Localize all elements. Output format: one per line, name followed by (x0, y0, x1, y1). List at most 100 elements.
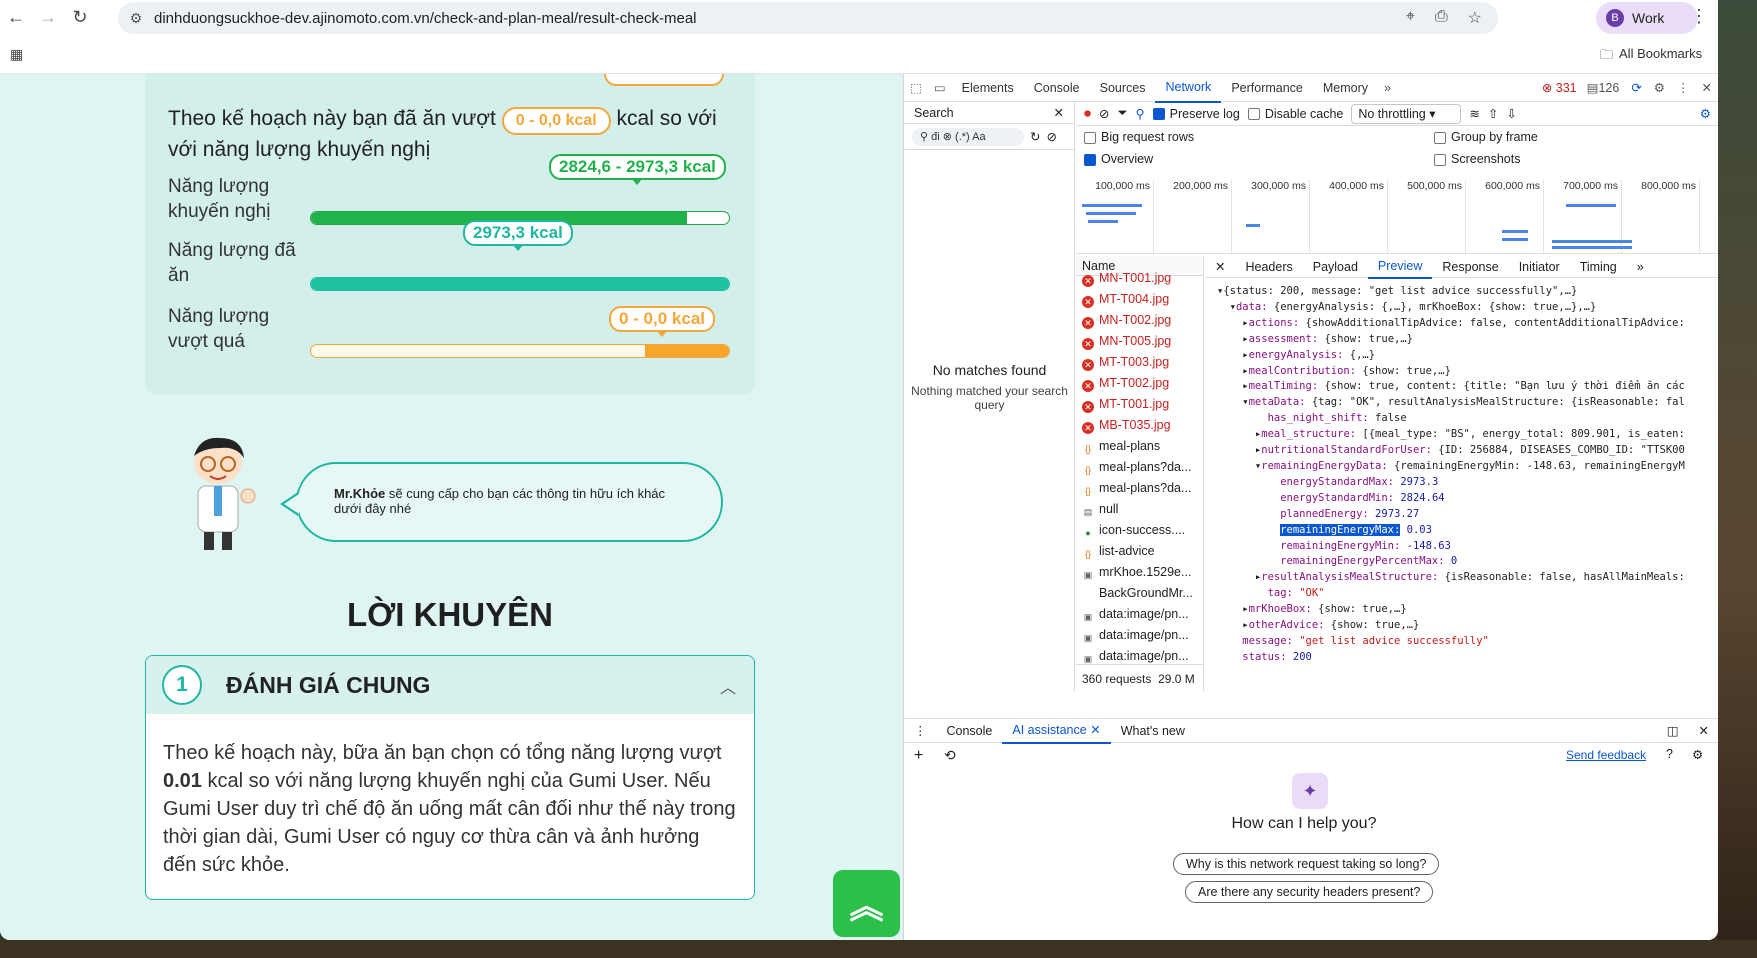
request-row[interactable]: ▣ data:image/pn... (1076, 604, 1203, 625)
request-row[interactable]: ▣ mrKhoe.1529e... (1076, 562, 1203, 583)
accordion-header[interactable]: 1 ĐÁNH GIÁ CHUNG ︿ (146, 656, 754, 714)
tab-preview[interactable]: Preview (1367, 256, 1433, 279)
forward-icon[interactable]: → (32, 0, 64, 34)
filter-icon[interactable]: ⏷ (1117, 106, 1127, 121)
json-preview[interactable]: ▾{status: 200, message: "get list advice… (1205, 278, 1718, 666)
json-line[interactable]: ▸energyAnalysis: {,…} (1217, 348, 1718, 364)
network-overview[interactable]: 100,000 ms 200,000 ms 300,000 ms 400,000… (1076, 178, 1718, 254)
network-settings-icon[interactable]: ⚙ (1700, 106, 1718, 121)
more-detail-tabs-icon[interactable]: » (1627, 256, 1654, 278)
send-feedback-link[interactable]: Send feedback (1566, 748, 1646, 762)
dock-icon[interactable]: ◫ (1657, 719, 1689, 743)
json-line[interactable]: energyStandardMax: 2973.3 (1217, 475, 1718, 491)
request-row[interactable]: {} meal-plans?da... (1076, 478, 1203, 499)
tab-console[interactable]: Console (1024, 74, 1090, 102)
scroll-top-button[interactable]: ︽ (833, 870, 900, 937)
preserve-log-checkbox[interactable]: Preserve log (1152, 107, 1240, 121)
close-detail-icon[interactable]: ✕ (1205, 256, 1235, 278)
drawer-tab-ai-assistance[interactable]: AI assistance ✕ (1002, 718, 1111, 744)
json-line[interactable]: ▾remainingEnergyData: {remainingEnergyMi… (1217, 459, 1718, 475)
request-row[interactable]: ✕ MT-T004.jpg (1076, 289, 1203, 310)
search-icon[interactable]: ⚲ (1136, 106, 1145, 121)
history-icon[interactable]: ⟲ (944, 747, 956, 764)
request-row[interactable]: {} meal-plans (1076, 436, 1203, 457)
profile-button[interactable]: B Work (1596, 2, 1698, 34)
request-row[interactable]: {} meal-plans?da... (1076, 457, 1203, 478)
refresh-icon[interactable]: ↻ (1030, 129, 1040, 144)
request-row[interactable]: ✕ MN-T002.jpg (1076, 310, 1203, 331)
install-icon[interactable]: ⎙ (1435, 8, 1448, 28)
json-line[interactable]: energyStandardMin: 2824.64 (1217, 491, 1718, 507)
request-row[interactable]: ● icon-success.... (1076, 520, 1203, 541)
screenshots-checkbox[interactable]: Screenshots (1434, 152, 1520, 166)
ai-settings-icon[interactable]: ⚙ (1692, 747, 1703, 762)
download-icon[interactable]: ⇩ (1506, 106, 1516, 121)
help-icon[interactable]: ? (1666, 747, 1673, 761)
json-line[interactable]: ▸mealTiming: {show: true, content: {titl… (1217, 379, 1718, 395)
regex-toggle[interactable]: (.*) (955, 131, 970, 143)
json-line[interactable]: has_night_shift: false (1217, 411, 1718, 427)
error-count[interactable]: ⊗ 331 (1538, 80, 1581, 95)
json-line[interactable]: ▾data: {energyAnalysis: {,…}, mrKhoeBox:… (1217, 300, 1718, 316)
back-icon[interactable]: ← (0, 0, 32, 34)
json-line[interactable]: ▾{status: 200, message: "get list advice… (1217, 284, 1718, 300)
json-line[interactable]: remainingEnergyMin: -148.63 (1217, 539, 1718, 555)
overview-checkbox[interactable]: Overview (1084, 152, 1153, 166)
json-line[interactable]: remainingEnergyMax: 0.03 (1217, 523, 1718, 539)
json-line[interactable]: ▸resultAnalysisMealStructure: {isReasona… (1217, 570, 1718, 586)
request-row[interactable]: ✕ MB-T035.jpg (1076, 415, 1203, 436)
clear-log-icon[interactable]: ⊘ (1099, 106, 1109, 121)
ai-chip[interactable]: Are there any security headers present? (1185, 881, 1434, 903)
record-icon[interactable]: ⏺ (1084, 105, 1091, 122)
address-bar[interactable]: ⚙ dinhduongsuckhoe-dev.ajinomoto.com.vn/… (118, 2, 1498, 34)
request-row[interactable]: ✕ MT-T003.jpg (1076, 352, 1203, 373)
json-line[interactable]: ▸assessment: {show: true,…} (1217, 332, 1718, 348)
drawer-tab-whats-new[interactable]: What's new (1111, 719, 1195, 743)
tab-network[interactable]: Network (1155, 73, 1222, 103)
request-row[interactable]: ✕ MT-T002.jpg (1076, 373, 1203, 394)
json-line[interactable]: plannedEnergy: 2973.27 (1217, 507, 1718, 523)
device-toolbar-icon[interactable]: ▭ (928, 80, 952, 95)
reload-icon[interactable]: ↻ (64, 0, 96, 34)
tab-response[interactable]: Response (1432, 256, 1508, 278)
json-line[interactable]: status: 200 (1217, 650, 1718, 666)
tab-headers[interactable]: Headers (1235, 256, 1302, 278)
devtools-menu-icon[interactable]: ⋮ (1671, 80, 1696, 95)
message-count[interactable]: ▤126 (1581, 80, 1626, 95)
gear-icon[interactable]: ⚙ (1648, 80, 1671, 95)
browser-menu-icon[interactable]: ⋮ (1690, 6, 1708, 27)
request-row[interactable]: ▣ data:image/pn... (1076, 646, 1203, 664)
tab-memory[interactable]: Memory (1313, 74, 1378, 102)
json-line[interactable]: ▸mealContribution: {show: true,…} (1217, 364, 1718, 380)
drawer-tab-console[interactable]: Console (937, 719, 1003, 743)
chevron-up-icon[interactable]: ︿ (720, 674, 736, 698)
request-row[interactable]: ✕ MT-T001.jpg (1076, 394, 1203, 415)
close-icon[interactable]: ✕ (1696, 80, 1718, 95)
url-text[interactable]: dinhduongsuckhoe-dev.ajinomoto.com.vn/ch… (154, 10, 1406, 27)
request-row[interactable]: ✕ MN-T005.jpg (1076, 331, 1203, 352)
all-bookmarks[interactable]: 🗀 All Bookmarks (1600, 46, 1702, 68)
json-line[interactable]: ▸meal_structure: [{meal_type: "BS", ener… (1217, 427, 1718, 443)
clear-icon[interactable]: ⊗ (943, 131, 952, 143)
big-request-rows[interactable]: Big request rows (1084, 130, 1194, 144)
case-toggle[interactable]: Aa (972, 131, 985, 143)
json-line[interactable]: ▸otherAdvice: {show: true,…} (1217, 618, 1718, 634)
json-line[interactable]: message: "get list advice successfully" (1217, 634, 1718, 650)
tab-initiator[interactable]: Initiator (1509, 256, 1570, 278)
drawer-menu-icon[interactable]: ⋮ (904, 719, 937, 743)
group-by-frame[interactable]: Group by frame (1434, 130, 1538, 144)
sync-icon[interactable]: ⟳ (1625, 80, 1647, 95)
json-line[interactable]: ▾metaData: {tag: "OK", resultAnalysisMea… (1217, 395, 1718, 411)
json-line[interactable]: ▸nutritionalStandardForUser: {ID: 256884… (1217, 443, 1718, 459)
tab-elements[interactable]: Elements (952, 74, 1024, 102)
disable-cache-checkbox[interactable]: Disable cache (1247, 107, 1343, 121)
close-drawer-icon[interactable]: ✕ (1689, 719, 1718, 743)
tab-payload[interactable]: Payload (1303, 256, 1368, 278)
upload-icon[interactable]: ⇧ (1488, 106, 1498, 121)
request-row[interactable]: {} list-advice (1076, 541, 1203, 562)
site-info-icon[interactable]: ⚙ (118, 10, 154, 27)
new-chat-icon[interactable]: + (914, 747, 923, 765)
location-icon[interactable]: ⌖ (1406, 8, 1415, 28)
ai-chip[interactable]: Why is this network request taking so lo… (1173, 853, 1440, 875)
request-row[interactable]: ▤ null (1076, 499, 1203, 520)
